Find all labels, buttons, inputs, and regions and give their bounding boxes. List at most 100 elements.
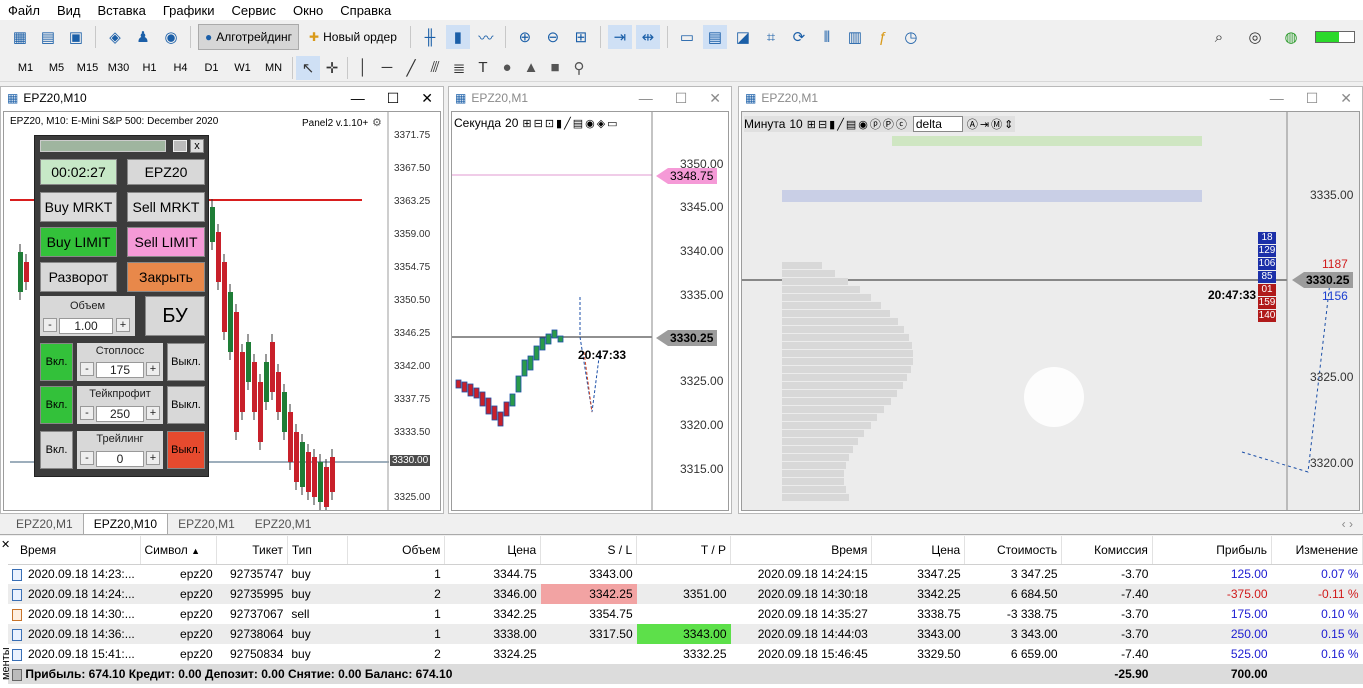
trailing-minus-button[interactable]: - — [80, 451, 94, 465]
col-close-price[interactable]: Цена — [871, 536, 966, 565]
tab-chart-4[interactable]: EPZ20,M1 — [245, 514, 322, 534]
col-volume[interactable]: Объем — [347, 536, 446, 565]
triangle-icon[interactable]: ▲ — [519, 56, 543, 80]
menu-file[interactable]: Файл — [8, 3, 40, 18]
takeprofit-minus-button[interactable]: - — [80, 406, 94, 420]
shapes-menu-icon[interactable]: ⚲ — [567, 56, 591, 80]
tf-h1[interactable]: H1 — [134, 62, 165, 74]
tf-m1[interactable]: M1 — [10, 62, 41, 74]
stoploss-off-button[interactable]: Выкл. — [167, 343, 205, 381]
menu-tools[interactable]: Сервис — [232, 3, 277, 18]
takeprofit-plus-button[interactable]: + — [146, 406, 160, 420]
autoscroll-icon[interactable]: ⇥ — [607, 25, 632, 49]
level-icon[interactable]: ◍ — [1279, 25, 1303, 49]
tf-m30[interactable]: M30 — [103, 62, 134, 74]
col-symbol[interactable]: Символ ▲ — [140, 536, 218, 565]
clock-icon[interactable]: ◷ — [899, 25, 923, 49]
col-close-time[interactable]: Время — [730, 536, 873, 565]
buy-limit-button[interactable]: Buy LIMIT — [40, 227, 117, 257]
search-icon[interactable]: ⌕ — [1207, 25, 1231, 49]
grid-icon[interactable]: ▤ — [702, 25, 727, 49]
col-change[interactable]: Изменение — [1271, 536, 1363, 565]
sell-market-button[interactable]: Sell MRKT — [127, 192, 205, 222]
menu-help[interactable]: Справка — [340, 3, 391, 18]
candle-chart-icon[interactable]: ▮ — [445, 25, 470, 49]
tf-m15[interactable]: M15 — [72, 62, 103, 74]
chart-area[interactable]: EPZ20, M10: E-Mini S&P 500: December 202… — [3, 111, 441, 511]
profiles-icon[interactable]: ▤ — [36, 25, 60, 49]
stoploss-minus-button[interactable]: - — [80, 362, 94, 376]
close-position-button[interactable]: Закрыть — [127, 262, 205, 292]
menu-view[interactable]: Вид — [57, 3, 81, 18]
stoploss-plus-button[interactable]: + — [146, 362, 160, 376]
chart-area[interactable]: Минута 10 ⊞⊟▮╱▤◉ⓟⓅⓒ delta Ⓐ⇥Ⓜ⇕ 3335.00 33… — [741, 111, 1360, 511]
navigator-icon[interactable]: ◈ — [103, 25, 127, 49]
reverse-button[interactable]: Разворот — [40, 262, 117, 292]
panel-drag-bar[interactable] — [40, 140, 166, 152]
line-chart-icon[interactable]: 〰 — [474, 25, 498, 49]
panel-min-button[interactable] — [173, 140, 187, 152]
terminal-icon[interactable]: ♟ — [131, 25, 155, 49]
table-row[interactable]: 2020.09.18 15:41:... epz20 92750834 buy 2 332… — [8, 644, 1363, 664]
rectangle-icon[interactable]: ■ — [543, 56, 567, 80]
vertical-line-icon[interactable]: │ — [351, 56, 375, 80]
indicators-icon[interactable]: ⫴ — [815, 25, 839, 49]
chart-shift-icon[interactable]: ⇹ — [635, 25, 660, 49]
stoploss-input[interactable]: 175 — [96, 362, 144, 378]
crosshair-icon[interactable]: ✛ — [320, 56, 344, 80]
zoom-out-icon[interactable]: ⊖ — [541, 25, 565, 49]
volume-minus-button[interactable]: - — [43, 318, 57, 332]
minimize-icon[interactable]: — — [351, 90, 365, 107]
takeprofit-on-button[interactable]: Вкл. — [40, 386, 73, 424]
col-time[interactable]: Время — [8, 536, 141, 565]
trailing-on-button[interactable]: Вкл. — [40, 431, 73, 469]
tf-w1[interactable]: W1 — [227, 62, 258, 74]
col-ticket[interactable]: Тикет — [216, 536, 288, 565]
table-row[interactable]: 2020.09.18 14:24:... epz20 92735995 buy 2 334… — [8, 584, 1363, 604]
tile-windows-icon[interactable]: ⊞ — [569, 25, 593, 49]
breakeven-button[interactable]: БУ — [145, 296, 205, 336]
horizontal-line-icon[interactable]: ─ — [375, 56, 399, 80]
tf-h4[interactable]: H4 — [165, 62, 196, 74]
tabs-scroll-icon[interactable]: ‹ › — [1332, 514, 1363, 534]
ellipse-icon[interactable]: ● — [495, 56, 519, 80]
chart-area[interactable]: Секунда 20 ⊞⊟⊡▮╱▤◉◈▭ 3350.00 3345.00 3340.… — [451, 111, 729, 511]
menu-window[interactable]: Окно — [293, 3, 323, 18]
refresh-icon[interactable]: ⟳ — [787, 25, 811, 49]
volume-plus-button[interactable]: + — [116, 318, 130, 332]
minimize-icon[interactable]: — — [1270, 90, 1284, 107]
channel-icon[interactable]: ⫻ — [423, 56, 447, 80]
account-icon[interactable]: ◎ — [1243, 25, 1267, 49]
trailing-off-button[interactable]: Выкл. — [167, 431, 205, 469]
table-row[interactable]: 2020.09.18 14:36:... epz20 92738064 buy 1 333… — [8, 624, 1363, 644]
trailing-plus-button[interactable]: + — [146, 451, 160, 465]
maximize-icon[interactable]: ☐ — [387, 90, 400, 107]
buy-market-button[interactable]: Buy MRKT — [40, 192, 117, 222]
col-type[interactable]: Тип — [287, 536, 349, 565]
menu-charts[interactable]: Графики — [163, 3, 215, 18]
tab-chart-3[interactable]: EPZ20,M1 — [168, 514, 245, 534]
panel-close-button[interactable]: x — [190, 139, 204, 153]
volume-input[interactable]: 1.00 — [59, 318, 113, 334]
algo-trading-button[interactable]: ● Алготрейдинг — [198, 24, 300, 50]
table-row[interactable]: 2020.09.18 14:30:... epz20 92737067 sell 1 33… — [8, 604, 1363, 624]
col-cost[interactable]: Стоимость — [964, 536, 1063, 565]
text-icon[interactable]: T — [471, 56, 495, 80]
signals-icon[interactable]: ◉ — [159, 25, 183, 49]
sell-limit-button[interactable]: Sell LIMIT — [127, 227, 205, 257]
cursor-icon[interactable]: ↖ — [296, 55, 320, 80]
close-icon[interactable]: ✕ — [421, 90, 433, 107]
market-watch-icon[interactable]: ▣ — [64, 25, 88, 49]
col-tp[interactable]: T / P — [636, 536, 731, 565]
stoploss-on-button[interactable]: Вкл. — [40, 343, 73, 381]
trendline-icon[interactable]: ╱ — [399, 56, 423, 80]
tab-chart-1[interactable]: EPZ20,M1 — [6, 514, 83, 534]
objects-icon[interactable]: ◪ — [731, 25, 755, 49]
col-commission[interactable]: Комиссия — [1061, 536, 1153, 565]
tf-d1[interactable]: D1 — [196, 62, 227, 74]
tf-mn[interactable]: MN — [258, 62, 289, 74]
tab-chart-2[interactable]: EPZ20,M10 — [82, 513, 169, 534]
trailing-input[interactable]: 0 — [96, 451, 144, 467]
close-icon[interactable]: ✕ — [1340, 90, 1352, 107]
terminal-close-icon[interactable]: ✕ — [1, 538, 10, 551]
